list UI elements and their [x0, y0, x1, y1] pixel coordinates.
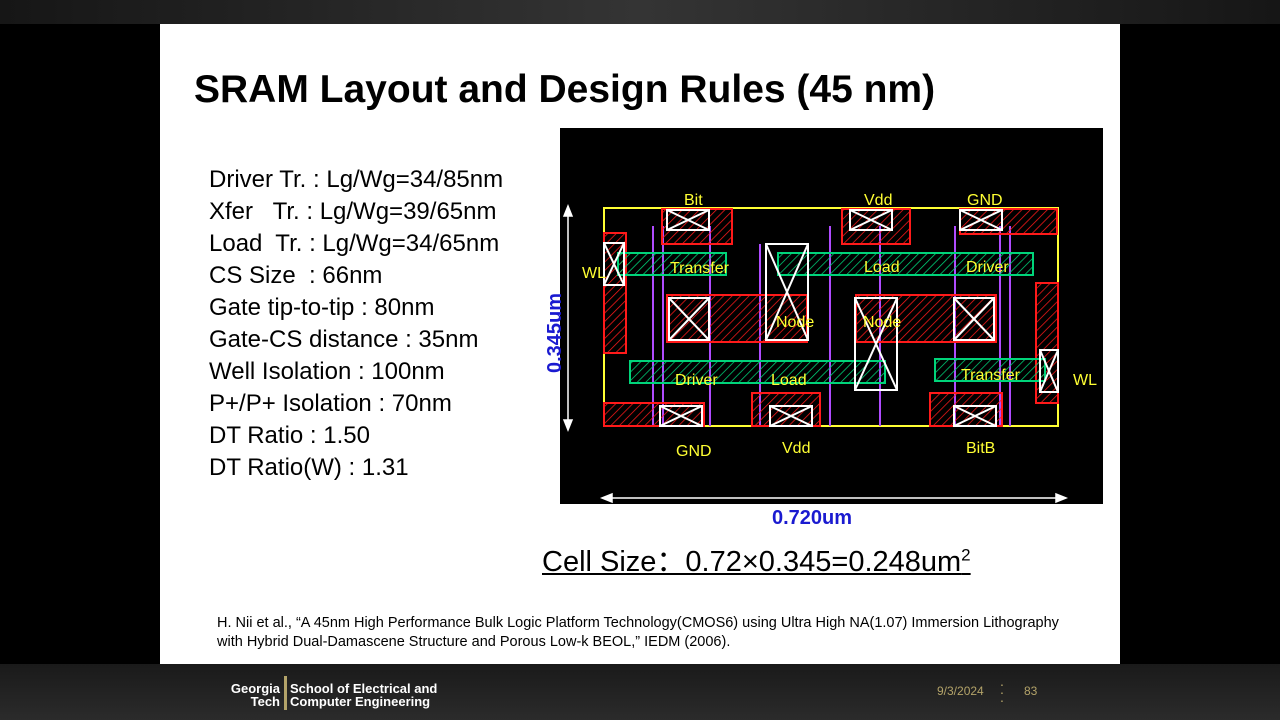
label-vdd-bottom: Vdd: [782, 440, 810, 457]
page-number: 83: [1024, 684, 1038, 698]
footer-date: 9/3/2024: [937, 684, 984, 698]
label-gnd-bottom: GND: [676, 443, 712, 460]
spec-item: Driver Tr. : Lg/Wg=34/85nm: [209, 166, 504, 193]
label-transfer-top: Transfer: [670, 260, 730, 277]
label-transfer-bottom: Transfer: [961, 367, 1021, 384]
width-dimension-label: 0.720um: [772, 507, 853, 529]
label-bit: Bit: [684, 192, 703, 209]
label-wl-right: WL: [1073, 372, 1097, 389]
spec-item: Xfer Tr. : Lg/Wg=39/65nm: [209, 198, 497, 225]
label-driver-top: Driver: [966, 259, 1009, 276]
label-load-top: Load: [864, 259, 900, 276]
more-options-icon[interactable]: · · ·: [999, 677, 1005, 707]
label-load-bottom: Load: [771, 372, 807, 389]
label-bitb: BitB: [966, 440, 995, 457]
design-rules-list: Driver Tr. : Lg/Wg=34/85nm Xfer Tr. : Lg…: [209, 164, 503, 484]
window-top-bar: [0, 0, 1280, 24]
cell-size-text: Cell Size：0.72×0.345=0.248um: [542, 546, 962, 578]
cell-size-formula: Cell Size：0.72×0.345=0.248um2: [542, 538, 971, 580]
spec-item: CS Size : 66nm: [209, 262, 383, 289]
height-dimension-label: 0.345um: [544, 292, 566, 373]
logo-georgia-tech: Georgia Tech: [230, 681, 280, 709]
label-node-left: Node: [776, 314, 814, 331]
label-gnd-top: GND: [967, 192, 1003, 209]
slide: SRAM Layout and Design Rules (45 nm) Dri…: [160, 24, 1120, 664]
label-wl-left: WL: [582, 265, 606, 282]
logo-school-name: School of Electrical and Computer Enginee…: [290, 681, 438, 709]
sram-layout-drawing: Bit Vdd GND WL WL Transfer Load Driver N…: [562, 192, 1097, 504]
slide-title: SRAM Layout and Design Rules (45 nm): [194, 68, 936, 111]
spec-item: Well Isolation : 100nm: [209, 358, 445, 385]
cell-size-superscript: 2: [961, 545, 971, 565]
spec-item: P+/P+ Isolation : 70nm: [209, 390, 452, 417]
logo-divider: [284, 676, 287, 710]
footer-bar: [0, 664, 1280, 720]
label-vdd-top: Vdd: [864, 192, 892, 209]
sram-layout-figure: Bit Vdd GND WL WL Transfer Load Driver N…: [560, 128, 1103, 504]
label-node-right: Node: [863, 314, 901, 331]
spec-item: Load Tr. : Lg/Wg=34/65nm: [209, 230, 500, 257]
label-driver-bottom: Driver: [675, 372, 718, 389]
spec-item: Gate-CS distance : 35nm: [209, 326, 479, 353]
citation: H. Nii et al., “A 45nm High Performance …: [217, 615, 1059, 650]
spec-item: DT Ratio(W) : 1.31: [209, 454, 409, 481]
spec-item: Gate tip-to-tip : 80nm: [209, 294, 435, 321]
spec-item: DT Ratio : 1.50: [209, 422, 370, 449]
dimension-arrows: [562, 203, 1069, 504]
